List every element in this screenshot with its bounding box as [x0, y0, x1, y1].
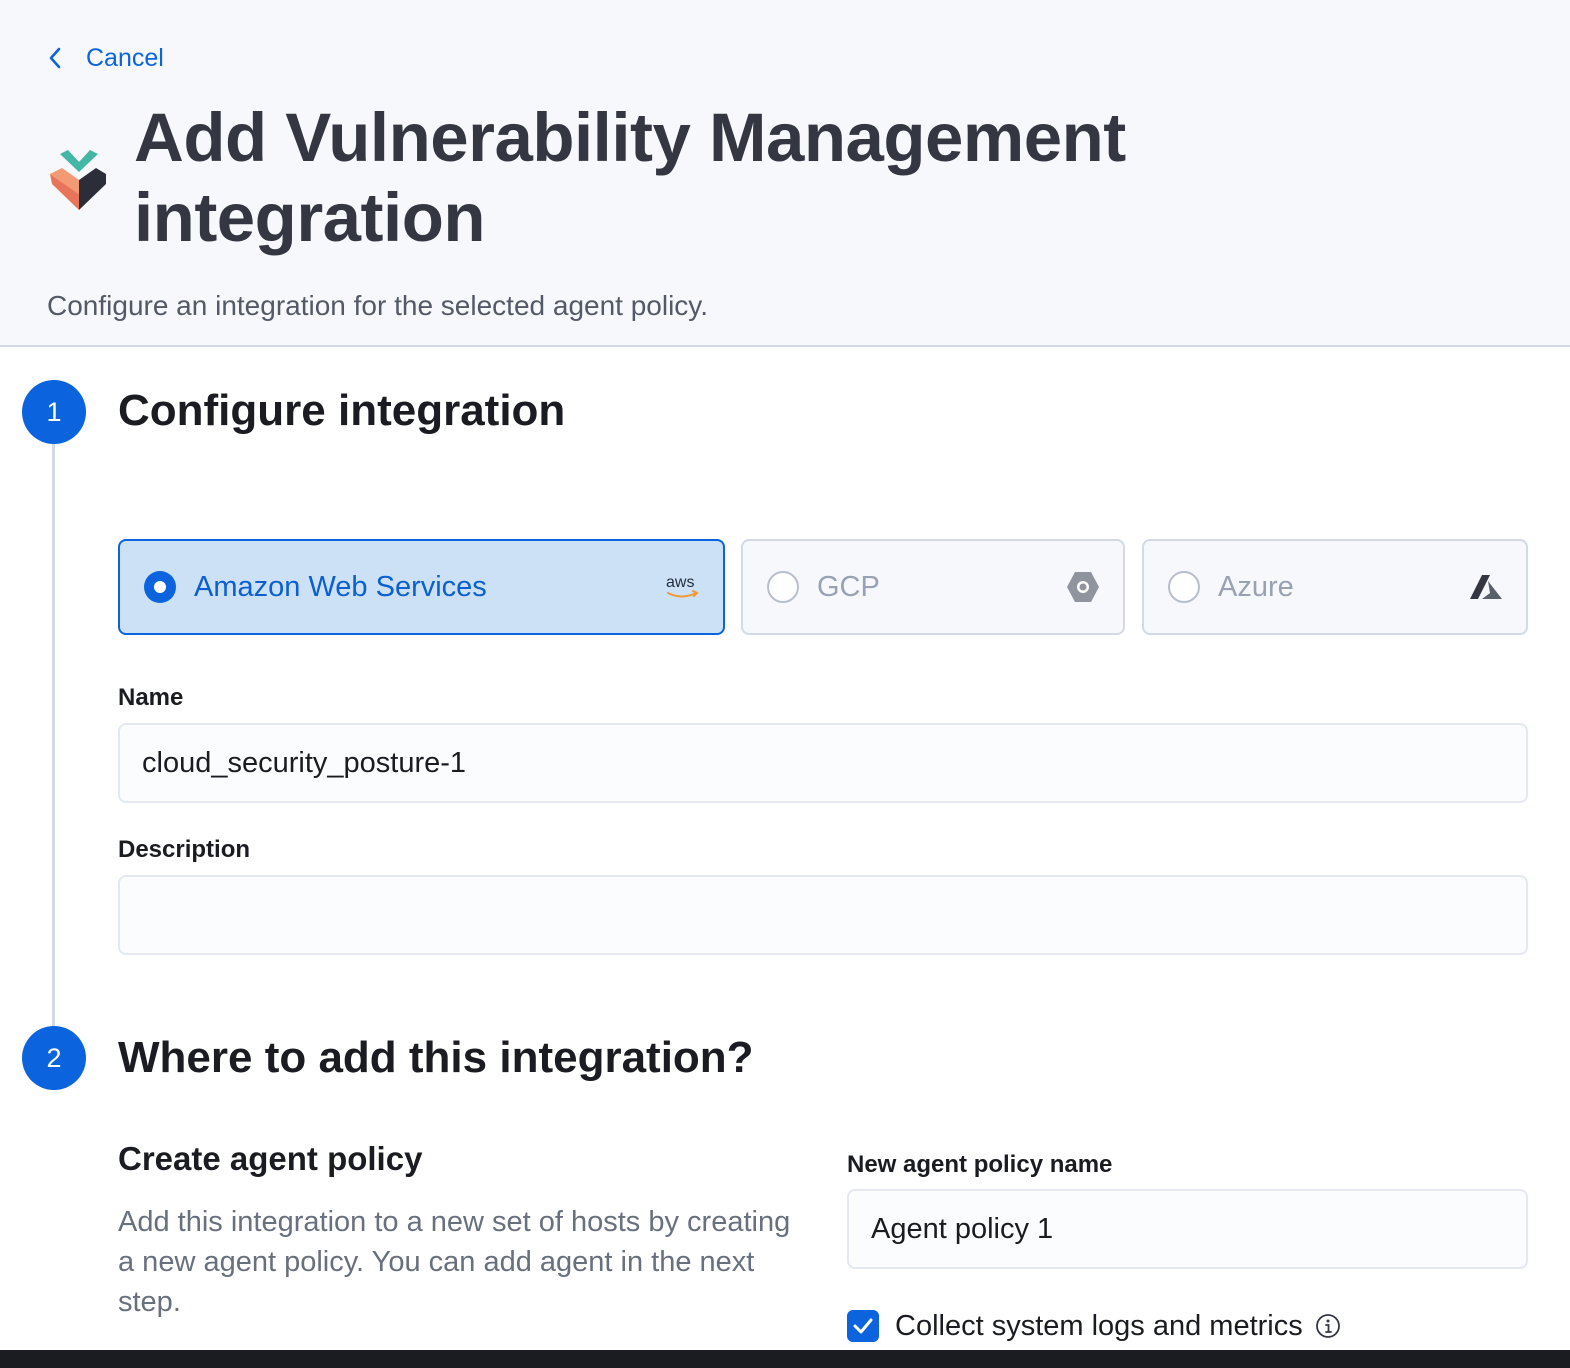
step-connector: [52, 444, 55, 1028]
info-icon[interactable]: [1315, 1313, 1341, 1339]
svg-text:aws: aws: [666, 574, 694, 591]
page-title: Add Vulnerability Management integration: [134, 99, 1126, 256]
collect-system-logs-checkbox[interactable]: [847, 1310, 879, 1342]
description-label: Description: [118, 836, 251, 863]
create-agent-policy-heading: Create agent policy: [118, 1140, 423, 1177]
azure-icon: [1468, 567, 1504, 607]
create-agent-policy-description: Add this integration to a new set of hos…: [118, 1206, 791, 1318]
step-title-where: Where to add this integration?: [118, 1033, 754, 1082]
agent-policy-name-input[interactable]: [847, 1189, 1528, 1269]
aws-icon: aws: [665, 567, 701, 607]
step-title-configure: Configure integration: [118, 386, 566, 435]
provider-card-azure[interactable]: Azure: [1142, 539, 1528, 635]
step-number-2: 2: [22, 1026, 86, 1090]
cancel-link[interactable]: Cancel: [48, 40, 164, 76]
agent-policy-name-label: New agent policy name: [847, 1151, 1113, 1178]
gcp-icon: [1065, 567, 1101, 607]
radio-aws[interactable]: [144, 571, 176, 603]
cancel-label: Cancel: [86, 43, 164, 72]
description-input[interactable]: [118, 875, 1528, 955]
name-label: Name: [118, 684, 184, 711]
provider-label-gcp: GCP: [817, 570, 880, 603]
vulnerability-management-logo-icon: [48, 148, 110, 212]
collect-system-logs-label: Collect system logs and metrics: [895, 1309, 1303, 1342]
collect-system-logs-row: Collect system logs and metrics: [847, 1306, 1341, 1346]
provider-card-aws[interactable]: Amazon Web Services aws: [118, 539, 725, 635]
chevron-left-icon: [48, 47, 66, 69]
provider-label-azure: Azure: [1218, 570, 1294, 603]
page-header: Cancel Add Vulnerability Management inte…: [0, 0, 1570, 347]
provider-card-gcp[interactable]: GCP: [741, 539, 1125, 635]
name-input[interactable]: [118, 723, 1528, 803]
bottom-bar: [0, 1350, 1570, 1368]
page: Cancel Add Vulnerability Management inte…: [0, 0, 1570, 1368]
page-subtitle: Configure an integration for the selecte…: [47, 290, 709, 321]
radio-gcp[interactable]: [767, 571, 799, 603]
provider-label-aws: Amazon Web Services: [194, 570, 487, 603]
step-number-1: 1: [22, 380, 86, 444]
radio-azure[interactable]: [1168, 571, 1200, 603]
